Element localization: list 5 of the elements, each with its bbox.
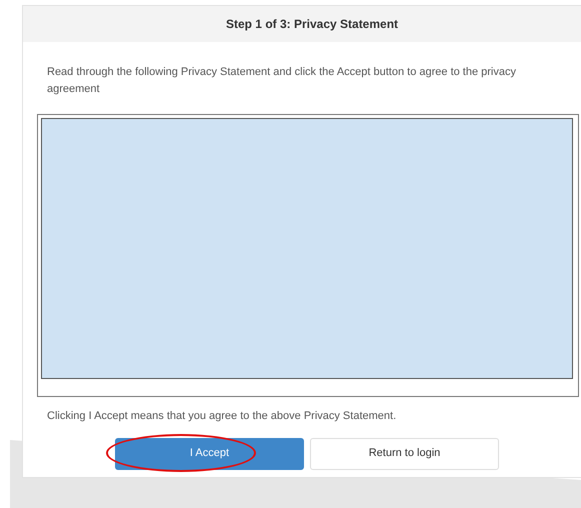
agreement-note: Clicking I Accept means that you agree to the above Privacy Statement.	[47, 409, 398, 424]
header-title: Step 1 of 3: Privacy Statement	[226, 16, 398, 33]
return-button[interactable]: Return to login	[310, 438, 499, 470]
accept-button[interactable]: I Accept	[115, 438, 304, 470]
instructions-text: Read through the following Privacy Statement and click the Accept button to agree to the privacy agreement	[47, 65, 517, 97]
